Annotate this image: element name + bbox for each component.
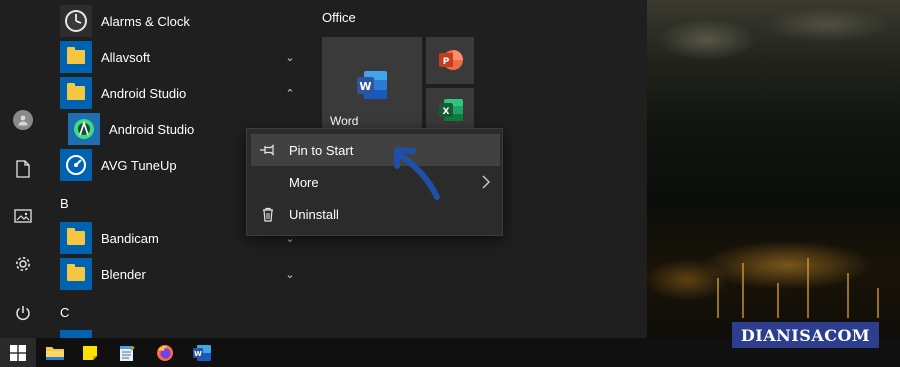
android-studio-icon <box>68 113 100 145</box>
svg-text:X: X <box>443 107 450 117</box>
app-name: Android Studio <box>109 121 195 137</box>
taskbar-firefox[interactable] <box>146 338 184 367</box>
word-icon: W <box>193 344 211 361</box>
taskbar-notepad[interactable] <box>108 338 146 367</box>
settings-button[interactable] <box>0 244 46 284</box>
sticky-notes-icon <box>83 345 97 360</box>
app-folder-item[interactable]: Android Studio ⌃ <box>60 75 300 111</box>
wallpaper-detail <box>717 278 719 318</box>
windows-start-icon <box>10 344 26 361</box>
user-account-button[interactable] <box>0 100 46 140</box>
documents-icon <box>16 160 30 178</box>
app-name: Android Studio <box>101 85 187 101</box>
app-list-item-partial[interactable] <box>60 330 92 338</box>
folder-icon <box>60 222 92 254</box>
app-name: AVG TuneUp <box>101 157 177 173</box>
svg-text:P: P <box>443 57 450 67</box>
annotation-arrow-icon <box>394 147 440 200</box>
word-tile-label: Word <box>330 114 359 128</box>
firefox-icon <box>157 344 173 361</box>
svg-text:W: W <box>359 80 371 93</box>
wallpaper-detail <box>877 288 879 318</box>
chevron-up-icon[interactable]: ⌃ <box>280 75 300 111</box>
app-name: Bandicam <box>101 230 159 246</box>
word-tile[interactable]: W Word <box>322 37 422 132</box>
excel-icon: X <box>438 98 464 127</box>
file-explorer-icon <box>46 346 64 360</box>
more-menu-item[interactable]: More <box>251 166 500 198</box>
app-name: Blender <box>101 266 146 282</box>
wallpaper-detail <box>742 263 744 318</box>
pin-to-start-label: Pin to Start <box>289 142 354 158</box>
svg-text:W: W <box>194 350 202 358</box>
desktop-wallpaper <box>647 0 900 338</box>
tile-group-title[interactable]: Office <box>322 10 356 25</box>
app-name: Allavsoft <box>101 49 151 65</box>
pin-icon <box>251 144 285 156</box>
power-icon <box>16 306 30 321</box>
trash-icon <box>251 207 285 222</box>
chevron-right-icon <box>482 166 490 198</box>
taskbar-file-explorer[interactable] <box>36 338 74 367</box>
start-button[interactable] <box>0 338 36 367</box>
app-list-item[interactable]: Alarms & Clock <box>60 3 300 39</box>
documents-button[interactable] <box>0 149 46 189</box>
more-label: More <box>289 174 319 190</box>
settings-icon <box>16 257 30 271</box>
power-button[interactable] <box>0 293 46 333</box>
pictures-icon <box>14 209 32 223</box>
watermark-logo: DIANISACOM <box>732 322 879 348</box>
app-name: Alarms & Clock <box>101 13 190 29</box>
context-menu: Pin to Start More Uninstall <box>246 128 503 236</box>
uninstall-label: Uninstall <box>289 206 339 222</box>
clock-icon <box>60 5 92 37</box>
taskbar-sticky-notes[interactable] <box>71 338 109 367</box>
powerpoint-tile[interactable]: P <box>426 37 474 84</box>
pictures-button[interactable] <box>0 196 46 236</box>
section-letter-b[interactable]: B <box>60 196 69 211</box>
chevron-down-icon[interactable]: ⌄ <box>280 39 300 75</box>
wallpaper-detail <box>777 283 779 318</box>
wallpaper-detail <box>847 273 849 318</box>
app-folder-item[interactable]: Blender ⌄ <box>60 256 300 292</box>
start-left-rail <box>0 0 46 338</box>
chevron-down-icon[interactable]: ⌄ <box>280 256 300 292</box>
folder-icon <box>60 41 92 73</box>
app-folder-item[interactable]: Allavsoft ⌄ <box>60 39 300 75</box>
pin-to-start-menu-item[interactable]: Pin to Start <box>251 134 500 166</box>
avg-tuneup-icon <box>60 149 92 181</box>
section-letter-c[interactable]: C <box>60 305 69 320</box>
uninstall-menu-item[interactable]: Uninstall <box>251 198 500 230</box>
powerpoint-icon: P <box>438 48 464 77</box>
user-icon <box>13 110 33 130</box>
notepad-icon <box>120 345 135 361</box>
wallpaper-detail <box>807 258 809 318</box>
folder-icon <box>60 77 92 109</box>
folder-icon <box>60 258 92 290</box>
taskbar-word[interactable]: W <box>183 338 221 367</box>
word-icon: W <box>356 70 388 100</box>
excel-tile[interactable]: X <box>426 88 474 132</box>
